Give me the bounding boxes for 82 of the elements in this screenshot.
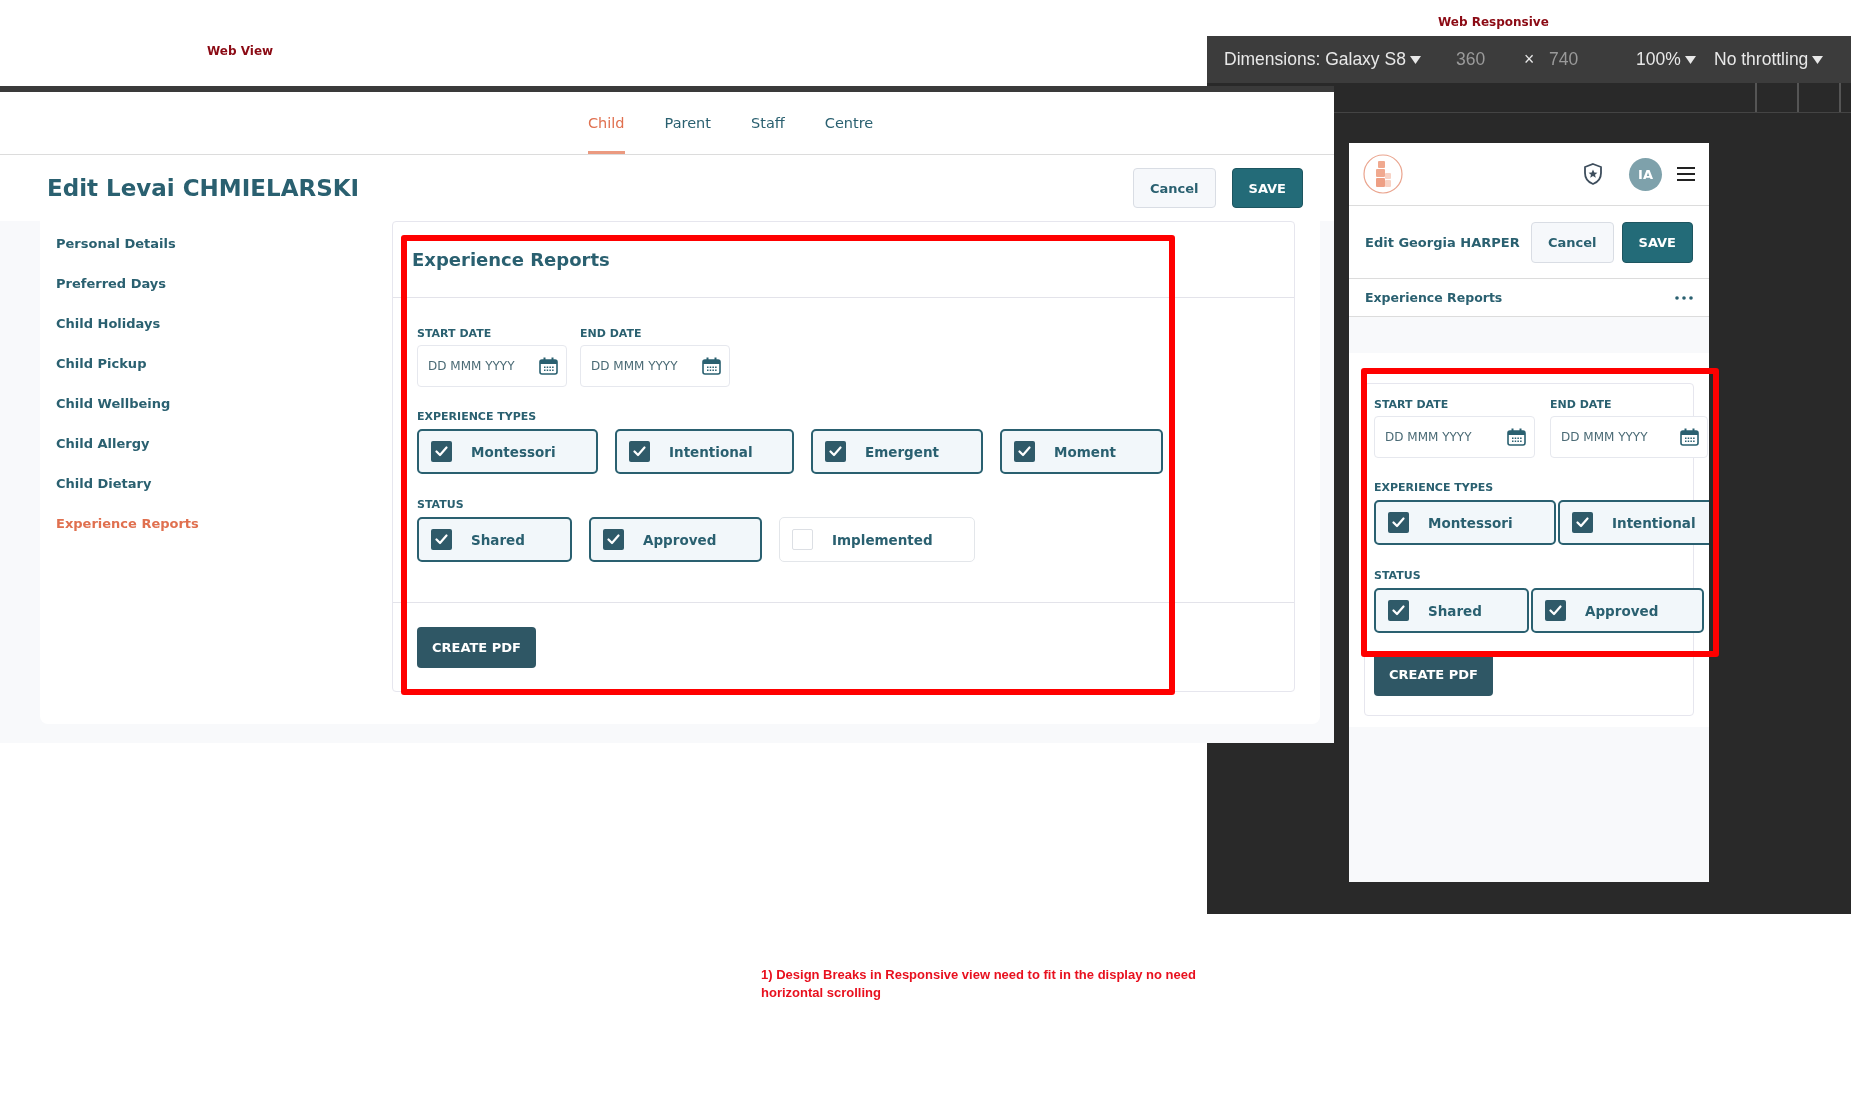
- checkbox-option[interactable]: Approved: [1531, 588, 1704, 633]
- caret-icon: [1812, 55, 1824, 64]
- check-icon: [435, 446, 448, 457]
- calendar-icon[interactable]: [1507, 428, 1526, 446]
- checkbox-option[interactable]: Shared: [417, 517, 572, 562]
- calendar-icon[interactable]: [702, 357, 721, 375]
- group-label: STATUS: [1374, 569, 1422, 582]
- checkbox[interactable]: [1545, 600, 1566, 621]
- check-icon: [435, 534, 448, 545]
- page-title: Edit Levai CHMIELARSKI: [47, 175, 360, 201]
- field-label: START DATE: [1374, 398, 1450, 411]
- checkbox[interactable]: [629, 441, 650, 462]
- field-label: END DATE: [1550, 398, 1613, 411]
- create-pdf-button[interactable]: CREATE PDF: [417, 627, 536, 668]
- checkbox[interactable]: [431, 441, 452, 462]
- zoom-dropdown[interactable]: 100%: [1636, 49, 1696, 70]
- checkbox-option[interactable]: Montessori: [417, 429, 598, 474]
- menu-icon[interactable]: [1677, 167, 1695, 181]
- shield-icon[interactable]: [1582, 162, 1604, 186]
- checkbox-option[interactable]: Intentional: [1558, 500, 1709, 545]
- checkbox[interactable]: [1572, 512, 1593, 533]
- sidebar-item[interactable]: Child Allergy: [56, 424, 150, 464]
- save-button[interactable]: SAVE: [1231, 168, 1303, 208]
- sidebar-item[interactable]: Preferred Days: [56, 264, 167, 304]
- sidebar-item[interactable]: Child Pickup: [56, 344, 147, 384]
- check-icon: [1392, 605, 1405, 616]
- annotation-caption: Web Responsive: [1438, 15, 1549, 29]
- times-sign: ×: [1524, 49, 1535, 70]
- check-icon: [1018, 446, 1031, 457]
- group-label: EXPERIENCE TYPES: [417, 410, 538, 423]
- sidebar-item[interactable]: Child Dietary: [56, 464, 152, 504]
- sidebar-item[interactable]: Child Holidays: [56, 304, 161, 344]
- date-field[interactable]: DD MMM YYYY: [580, 345, 730, 387]
- date-field[interactable]: DD MMM YYYY: [1374, 416, 1535, 458]
- checkbox[interactable]: [825, 441, 846, 462]
- cancel-button[interactable]: Cancel: [1132, 168, 1216, 208]
- cancel-button[interactable]: Cancel: [1530, 221, 1614, 263]
- annotation-caption: Web View: [207, 44, 274, 58]
- calendar-icon[interactable]: [1680, 428, 1699, 446]
- checkbox-option[interactable]: Moment: [1000, 429, 1163, 474]
- save-button[interactable]: SAVE: [1621, 221, 1693, 263]
- group-label: STATUS: [417, 498, 465, 511]
- checkbox[interactable]: [1388, 512, 1409, 533]
- check-icon: [1576, 517, 1589, 528]
- field-label: END DATE: [580, 327, 643, 340]
- caret-icon: [1409, 55, 1421, 64]
- device-dropdown[interactable]: Dimensions: Galaxy S8: [1224, 49, 1421, 70]
- date-field[interactable]: DD MMM YYYY: [1550, 416, 1708, 458]
- annotation-note: 1) Design Breaks in Responsive view need to fit in the display no need horizontal scrolling: [761, 966, 1197, 1002]
- checkbox[interactable]: [1388, 600, 1409, 621]
- more-icon[interactable]: [1675, 295, 1693, 300]
- checkbox-option[interactable]: Montessori: [1374, 500, 1556, 545]
- nav-tab[interactable]: Staff: [751, 92, 785, 154]
- check-icon: [829, 446, 842, 457]
- checkbox-option[interactable]: Shared: [1374, 588, 1529, 633]
- width-field[interactable]: 360: [1456, 49, 1486, 70]
- logo-icon: [1363, 154, 1403, 194]
- group-label: EXPERIENCE TYPES: [1374, 481, 1495, 494]
- checkbox[interactable]: [1014, 441, 1035, 462]
- check-icon: [1392, 517, 1405, 528]
- checkbox-option[interactable]: Intentional: [615, 429, 794, 474]
- checkbox[interactable]: [431, 529, 452, 550]
- checkbox[interactable]: [792, 529, 813, 550]
- field-label: START DATE: [417, 327, 493, 340]
- sidebar-item[interactable]: Child Wellbeing: [56, 384, 171, 424]
- checkbox-option[interactable]: Approved: [589, 517, 762, 562]
- section-title: Experience Reports: [1365, 290, 1503, 305]
- date-field[interactable]: DD MMM YYYY: [417, 345, 567, 387]
- nav-tab[interactable]: Centre: [824, 92, 874, 154]
- caret-icon: [1684, 55, 1696, 64]
- calendar-icon[interactable]: [539, 357, 558, 375]
- check-icon: [633, 446, 646, 457]
- check-icon: [1549, 605, 1562, 616]
- check-icon: [607, 534, 620, 545]
- throttling-dropdown[interactable]: No throttling: [1714, 49, 1824, 70]
- sidebar-item[interactable]: Personal Details: [56, 224, 176, 264]
- page-title: Edit Georgia HARPER: [1365, 234, 1521, 250]
- height-field[interactable]: 740: [1549, 49, 1579, 70]
- panel-title: Experience Reports: [412, 249, 610, 270]
- checkbox-option[interactable]: Emergent: [811, 429, 983, 474]
- checkbox[interactable]: [603, 529, 624, 550]
- nav-tab[interactable]: Parent: [664, 92, 711, 154]
